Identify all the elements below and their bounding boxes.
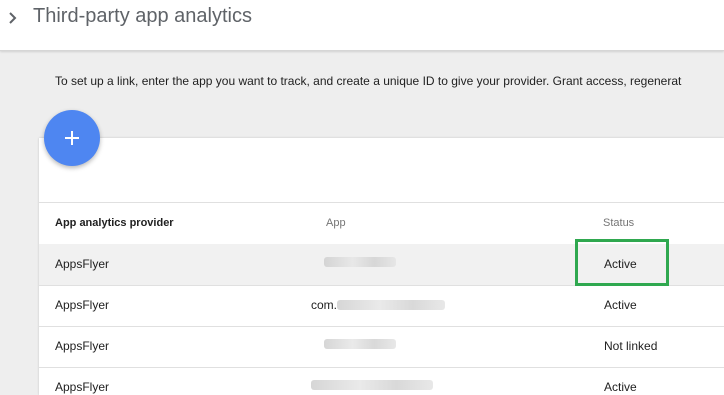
add-link-button[interactable] [44,110,100,166]
row-status: Active [604,298,637,312]
column-header-provider[interactable]: App analytics provider [55,217,174,229]
chevron-right-icon[interactable] [6,9,20,27]
app-id-text: com. [311,298,338,312]
row-provider: AppsFlyer [55,339,110,353]
table-row[interactable]: AppsFlyer com. Active [39,285,724,327]
page-title: Third-party app analytics [33,5,252,27]
plus-icon [65,131,79,145]
page-header: Third-party app analytics [0,0,724,51]
table-row[interactable]: AppsFlyer Not linked [39,326,724,368]
redacted-app-id [324,257,396,267]
row-app [324,257,396,267]
setup-description: To set up a link, enter the app you want… [55,74,682,88]
row-provider: AppsFlyer [55,380,110,394]
row-provider: AppsFlyer [55,257,110,271]
row-app [324,339,396,349]
redacted-app-id [311,380,433,390]
row-status: Active [604,380,637,394]
row-provider: AppsFlyer [55,298,110,312]
redacted-app-id [337,300,446,310]
row-status: Not linked [604,339,658,353]
column-header-app[interactable]: App [326,217,346,229]
redacted-app-id [324,339,396,349]
table-row[interactable]: AppsFlyer Active [39,367,724,395]
row-app: com. [311,298,446,312]
status-highlight-annotation [575,239,669,286]
column-header-status[interactable]: Status [603,217,634,229]
row-app [311,380,433,390]
